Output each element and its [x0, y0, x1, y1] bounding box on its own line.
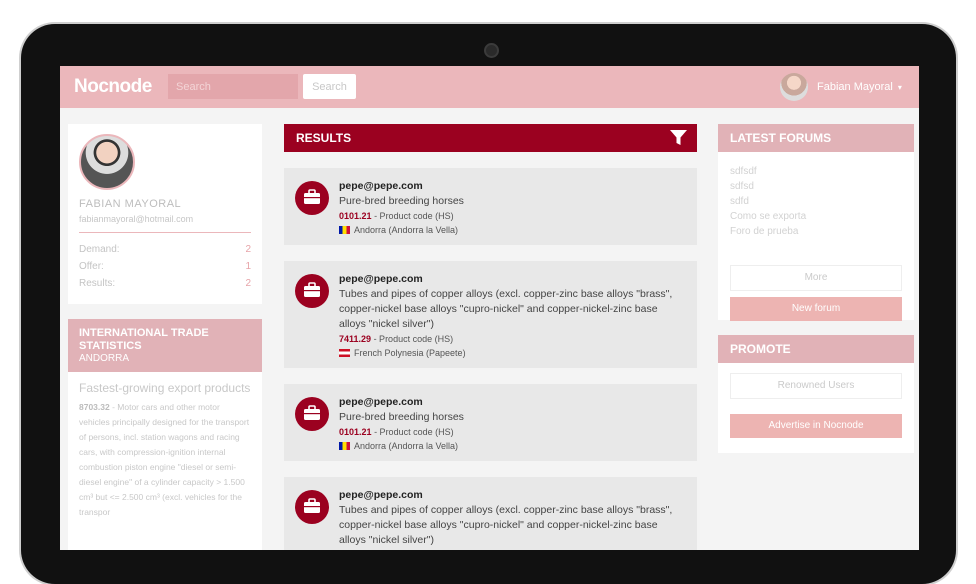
results-header: RESULTS — [284, 124, 697, 152]
flag-icon — [339, 442, 350, 450]
chevron-down-icon: ▾ — [897, 82, 902, 92]
result-description: Tubes and pipes of copper alloys (excl. … — [339, 288, 673, 330]
latest-forums-header: LATEST FORUMS — [718, 124, 914, 152]
user-name: Fabian Mayoral — [817, 81, 893, 93]
export-products-panel: Fastest-growing export products 8703.32 … — [68, 372, 262, 550]
result-card[interactable]: pepe@pepe.com Pure-bred breeding horses … — [284, 168, 697, 245]
stat-label: Offer: — [79, 261, 104, 272]
country-name: Andorra (Andorra la Vella) — [354, 225, 459, 235]
trade-stats-country: ANDORRA — [79, 353, 130, 364]
hs-code: 7411.29 — [339, 334, 372, 344]
left-sidebar: FABIAN MAYORAL fabianmayoral@hotmail.com… — [68, 124, 262, 550]
export-text: - Motor cars and other motor vehicles pr… — [79, 402, 250, 517]
trade-stats-title: INTERNATIONAL TRADE STATISTICS — [79, 327, 209, 352]
result-country: Andorra (Andorra la Vella) — [339, 225, 685, 235]
forum-link[interactable]: sdfsdf — [730, 164, 902, 179]
country-name: Andorra (Andorra la Vella) — [354, 441, 459, 451]
hs-code-label: - Product code (HS) — [374, 211, 454, 221]
briefcase-icon — [295, 490, 329, 524]
result-email[interactable]: pepe@pepe.com — [339, 489, 685, 501]
search-button[interactable]: Search — [303, 74, 356, 99]
forum-link[interactable]: sdfd — [730, 194, 902, 209]
hs-code: 0101.21 — [339, 211, 372, 221]
user-menu[interactable]: Fabian Mayoral ▾ — [780, 72, 902, 102]
divider — [79, 232, 251, 233]
stat-label: Results: — [79, 278, 116, 289]
result-product-code: 7411.29 - Product code (HS) — [339, 334, 685, 344]
trade-stats-header: INTERNATIONAL TRADE STATISTICS ANDORRA — [68, 319, 262, 372]
profile-name[interactable]: FABIAN MAYORAL — [79, 198, 181, 210]
profile-avatar[interactable] — [79, 134, 135, 190]
flag-icon — [339, 226, 350, 234]
hs-code: 0101.21 — [339, 427, 372, 437]
stat-value: 2 — [245, 244, 251, 255]
flag-icon — [339, 349, 350, 357]
promote-section: PROMOTE Renowned Users Advertise in Nocn… — [718, 335, 914, 453]
hs-code-label: - Product code (HS) — [374, 427, 454, 437]
promote-header: PROMOTE — [718, 335, 914, 363]
results-panel: RESULTS pepe@pepe.com Pure-bred breeding… — [284, 124, 697, 550]
forum-link[interactable]: Como se exporta — [730, 209, 902, 224]
result-email[interactable]: pepe@pepe.com — [339, 180, 685, 192]
result-email[interactable]: pepe@pepe.com — [339, 396, 685, 408]
stat-value: 2 — [245, 278, 251, 289]
renowned-users-button[interactable]: Renowned Users — [730, 373, 902, 399]
result-description: Tubes and pipes of copper alloys (excl. … — [339, 504, 673, 546]
result-card[interactable]: pepe@pepe.com Tubes and pipes of copper … — [284, 261, 697, 368]
briefcase-icon — [295, 274, 329, 308]
profile-email: fabianmayoral@hotmail.com — [79, 214, 194, 224]
export-title: Fastest-growing export products — [79, 381, 251, 395]
result-email[interactable]: pepe@pepe.com — [339, 273, 685, 285]
avatar — [780, 73, 808, 101]
briefcase-icon — [295, 397, 329, 431]
forum-link[interactable]: sdfsd — [730, 179, 902, 194]
advertise-button[interactable]: Advertise in Nocnode — [730, 414, 902, 438]
result-card[interactable]: pepe@pepe.com Pure-bred breeding horses … — [284, 384, 697, 461]
stat-offer[interactable]: Offer: 1 — [79, 261, 251, 272]
promote-panel: Renowned Users Advertise in Nocnode — [718, 363, 914, 453]
logo[interactable]: Nocnode — [74, 76, 152, 98]
result-country: French Polynesia (Papeete) — [339, 348, 685, 358]
briefcase-icon — [295, 181, 329, 215]
profile-card: FABIAN MAYORAL fabianmayoral@hotmail.com… — [68, 124, 262, 304]
stat-results[interactable]: Results: 2 — [79, 278, 251, 289]
stat-label: Demand: — [79, 244, 120, 255]
forums-panel: sdfsdf sdfsd sdfd Como se exporta Foro d… — [718, 152, 914, 321]
filter-icon[interactable] — [670, 130, 687, 146]
webcam — [484, 43, 499, 58]
stat-value: 1 — [245, 261, 251, 272]
forum-link[interactable]: Foro de prueba — [730, 224, 902, 239]
result-description: Pure-bred breeding horses — [339, 411, 464, 423]
app-screen: Nocnode Search Fabian Mayoral ▾ FABIAN M… — [60, 66, 919, 550]
export-code: 8703.32 — [79, 402, 110, 412]
hs-code-label: - Product code (HS) — [373, 334, 454, 344]
top-navbar: Nocnode Search Fabian Mayoral ▾ — [60, 66, 919, 108]
right-sidebar: LATEST FORUMS sdfsdf sdfsd sdfd Como se … — [718, 124, 914, 453]
new-forum-button[interactable]: New forum — [730, 297, 902, 321]
results-title: RESULTS — [296, 131, 352, 145]
result-product-code: 0101.21 - Product code (HS) — [339, 211, 685, 221]
more-button[interactable]: More — [730, 265, 902, 291]
result-card[interactable]: pepe@pepe.com Tubes and pipes of copper … — [284, 477, 697, 550]
result-product-code: 0101.21 - Product code (HS) — [339, 427, 685, 437]
country-name: French Polynesia (Papeete) — [354, 348, 466, 358]
result-description: Pure-bred breeding horses — [339, 195, 464, 207]
export-description: 8703.32 - Motor cars and other motor veh… — [79, 400, 251, 520]
search-input[interactable] — [168, 74, 298, 99]
result-country: Andorra (Andorra la Vella) — [339, 441, 685, 451]
stat-demand[interactable]: Demand: 2 — [79, 244, 251, 255]
